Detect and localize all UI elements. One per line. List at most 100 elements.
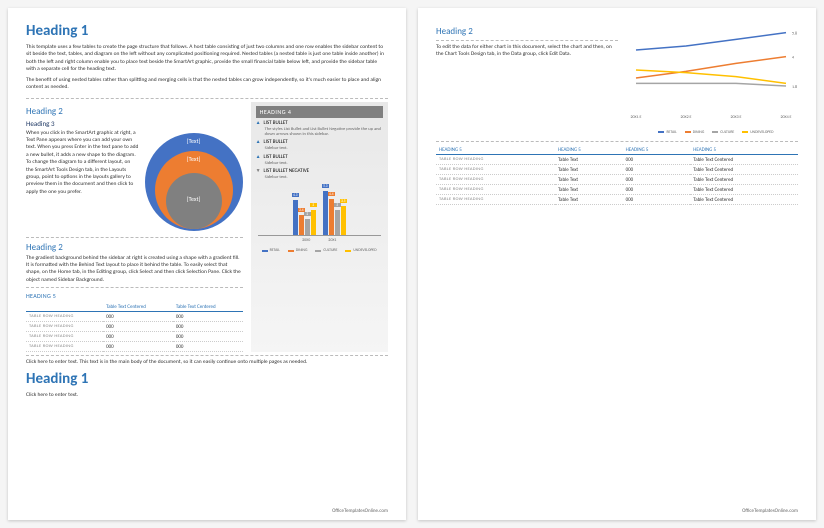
- line-legend: RETAIL DINING CULTURE UNDEVELOPED: [628, 130, 798, 135]
- divider: [26, 98, 388, 99]
- table-col: Table Text Centered: [103, 302, 173, 312]
- table-col: HEADING 5: [436, 145, 555, 155]
- table-cell: TABLE ROW HEADING: [436, 195, 555, 205]
- table-cell: Table Text: [555, 155, 623, 165]
- table-cell: Table Text: [555, 165, 623, 175]
- list-bullet: LIST BULLET: [256, 154, 383, 160]
- sidebar: HEADING 4 LIST BULLET The styles List Bu…: [251, 102, 388, 353]
- table-cell: 000: [103, 342, 173, 352]
- table-cell: TABLE ROW HEADING: [436, 175, 555, 185]
- smartart-label-1: [Text]: [187, 137, 201, 145]
- divider: [26, 287, 243, 288]
- svg-text:5.8: 5.8: [792, 32, 797, 37]
- legend-item: UNDEVELOPED: [353, 248, 376, 253]
- svg-text:1.8: 1.8: [792, 85, 797, 90]
- gradient-paragraph: The gradient background behind the sideb…: [26, 255, 243, 285]
- table-row-heading: TABLE ROW HEADING: [26, 342, 103, 352]
- table-cell: 000: [173, 332, 243, 342]
- list-bullet-sub: The styles List Bullet and List Bullet N…: [265, 127, 383, 138]
- heading-2: Heading 2: [26, 106, 243, 117]
- heading-2: Heading 2: [26, 242, 243, 253]
- list-bullet: LIST BULLET: [256, 139, 383, 145]
- intro-paragraph-1: This template uses a few tables to creat…: [26, 44, 388, 74]
- svg-text:20X4 E: 20X4 E: [780, 115, 791, 120]
- heading-3: Heading 3: [26, 119, 243, 128]
- list-bullet-sub: Sidebar text.: [265, 146, 383, 151]
- table-cell: 000: [623, 185, 691, 195]
- intro-paragraph-2: The benefit of using nested tables rathe…: [26, 77, 388, 92]
- table-cell: TABLE ROW HEADING: [436, 185, 555, 195]
- table-cell: 000: [173, 322, 243, 332]
- heading-1: Heading 1: [26, 370, 388, 388]
- line-chart-container: 20X1 E 20X2 E 20X3 E 20X4 E 5.8 4 1.8 RETAIL D…: [628, 22, 798, 135]
- table-col: HEADING 5: [690, 145, 798, 155]
- body-placeholder: Click here to enter text.: [26, 392, 388, 399]
- page-footer: OfficeTemplatesOnline.com: [742, 508, 798, 514]
- bar-x-label: 20X0: [302, 238, 310, 243]
- svg-text:20X2 E: 20X2 E: [680, 115, 691, 120]
- bar-legend: RETAIL DINING CULTURE UNDEVELOPED: [256, 248, 383, 253]
- divider: [26, 237, 243, 238]
- heading-2: Heading 2: [436, 26, 618, 37]
- svg-text:20X1 E: 20X1 E: [630, 115, 641, 120]
- chart-paragraph: To edit the data for either chart in thi…: [436, 44, 618, 59]
- body-placeholder: Click here to enter text. This text is i…: [26, 359, 388, 366]
- table-cell: TABLE ROW HEADING: [436, 165, 555, 175]
- left-column: Heading 2 Heading 3 When you click in th…: [26, 102, 243, 353]
- page-footer: OfficeTemplatesOnline.com: [332, 508, 388, 514]
- table-cell: Table Text Centered: [690, 195, 798, 205]
- page-1: Heading 1 This template uses a few table…: [8, 8, 406, 520]
- sidebar-heading: HEADING 4: [256, 106, 383, 118]
- table-row-heading: TABLE ROW HEADING: [26, 322, 103, 332]
- smartart-paragraph: When you click in the SmartArt graphic a…: [26, 130, 139, 231]
- smartart-graphic: [Text] [Text] [Text]: [145, 133, 243, 231]
- table-cell: Table Text: [555, 185, 623, 195]
- table-cell: Table Text: [555, 195, 623, 205]
- legend-item: RETAIL: [270, 248, 280, 253]
- list-bullet: LIST BULLET: [256, 120, 383, 126]
- table-cell: Table Text Centered: [690, 165, 798, 175]
- heading-5: HEADING 5: [26, 292, 243, 300]
- table-col: Table Text Centered: [173, 302, 243, 312]
- table-cell: Table Text: [555, 175, 623, 185]
- table-cell: 000: [173, 312, 243, 322]
- table-cell: 000: [103, 322, 173, 332]
- legend-item: DINING: [296, 248, 308, 253]
- legend-item: DINING: [693, 130, 705, 135]
- table-cell: 000: [173, 342, 243, 352]
- table-row-heading: TABLE ROW HEADING: [26, 332, 103, 342]
- list-bullet-sub: Sidebar text.: [265, 161, 383, 166]
- smartart-label-3: [Text]: [187, 195, 201, 203]
- divider: [26, 355, 388, 356]
- svg-text:20X3 E: 20X3 E: [730, 115, 741, 120]
- table-cell: 000: [623, 165, 691, 175]
- table-cell: 000: [623, 155, 691, 165]
- bar-x-label: 20X1: [328, 238, 336, 243]
- list-bullet-negative: LIST BULLET NEGATIVE: [256, 168, 383, 174]
- table-cell: 000: [103, 312, 173, 322]
- table-col: HEADING 5: [623, 145, 691, 155]
- bar-chart: 4.32.4235.34.433.5 20X020X1: [258, 186, 381, 246]
- table-row-heading: TABLE ROW HEADING: [26, 312, 103, 322]
- table-cell: Table Text Centered: [690, 175, 798, 185]
- legend-item: CULTURE: [720, 130, 734, 135]
- table-cell: 000: [103, 332, 173, 342]
- divider: [436, 141, 798, 142]
- legend-item: UNDEVELOPED: [750, 130, 773, 135]
- table-cell: Table Text Centered: [690, 155, 798, 165]
- divider: [436, 40, 618, 41]
- heading-1: Heading 1: [26, 22, 388, 40]
- financial-table: Table Text CenteredTable Text Centered T…: [26, 302, 243, 352]
- table-cell: TABLE ROW HEADING: [436, 155, 555, 165]
- legend-item: RETAIL: [666, 130, 676, 135]
- smartart-label-2: [Text]: [187, 155, 201, 163]
- svg-text:4: 4: [792, 56, 794, 61]
- list-bullet-sub: Sidebar text.: [265, 175, 383, 180]
- data-table: HEADING 5 HEADING 5 HEADING 5 HEADING 5 …: [436, 145, 798, 205]
- line-chart: 20X1 E 20X2 E 20X3 E 20X4 E 5.8 4 1.8: [628, 22, 798, 122]
- page-2: Heading 2 To edit the data for either ch…: [418, 8, 816, 520]
- table-col: HEADING 5: [555, 145, 623, 155]
- two-column-layout: Heading 2 Heading 3 When you click in th…: [26, 102, 388, 353]
- table-cell: 000: [623, 175, 691, 185]
- table-cell: 000: [623, 195, 691, 205]
